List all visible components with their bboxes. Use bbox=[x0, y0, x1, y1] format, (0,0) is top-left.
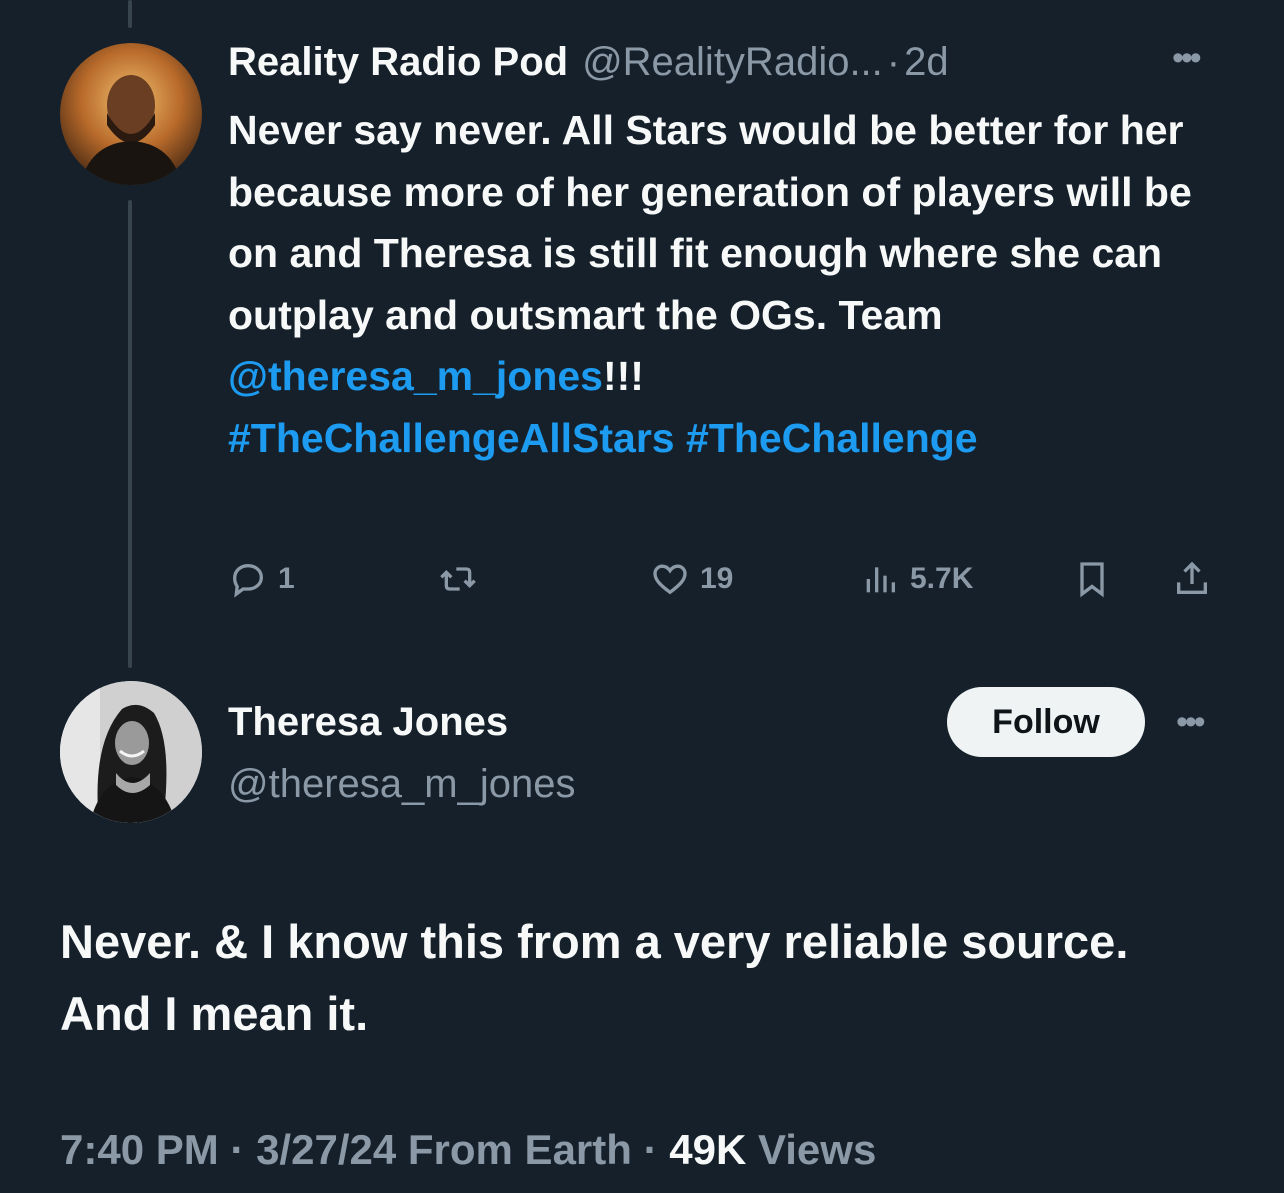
reply-icon bbox=[232, 563, 264, 598]
author-handle[interactable]: @theresa_m_jones bbox=[228, 760, 575, 808]
separator: · bbox=[886, 40, 901, 84]
hashtag-link[interactable]: #TheChallenge bbox=[686, 415, 978, 461]
views-count: 49K bbox=[669, 1126, 747, 1173]
author-name[interactable]: Reality Radio Pod bbox=[228, 40, 568, 85]
separator: · bbox=[643, 1126, 658, 1173]
views-label: Views bbox=[758, 1126, 877, 1173]
retweet-button[interactable] bbox=[438, 554, 488, 604]
like-count: 19 bbox=[700, 562, 734, 595]
separator: · bbox=[230, 1126, 245, 1173]
reply-count: 1 bbox=[278, 562, 295, 595]
share-icon bbox=[1177, 561, 1207, 594]
like-button[interactable]: 19 bbox=[650, 554, 733, 604]
tweet-source: From Earth bbox=[407, 1126, 632, 1173]
hashtag-link[interactable]: #TheChallengeAllStars bbox=[228, 415, 675, 461]
bookmark-icon bbox=[1080, 562, 1104, 598]
tweet-header: Reality Radio Pod @RealityRadio... · 2d bbox=[228, 40, 1218, 92]
reply-button[interactable]: 1 bbox=[228, 554, 295, 604]
tweet-time[interactable]: 7:40 PM bbox=[60, 1126, 219, 1173]
action-bar: 1 19 5.7K bbox=[228, 554, 1218, 604]
share-button[interactable] bbox=[1172, 554, 1212, 604]
author-handle[interactable]: @RealityRadio... bbox=[582, 40, 883, 85]
avatar[interactable] bbox=[60, 43, 202, 185]
tweet-meta: 7:40 PM · 3/27/24 From Earth · 49K Views bbox=[60, 1126, 876, 1174]
views-count: 5.7K bbox=[910, 562, 974, 595]
thread-connector-top bbox=[128, 0, 132, 28]
avatar[interactable] bbox=[60, 681, 202, 823]
mention-link[interactable]: @theresa_m_jones bbox=[228, 353, 603, 399]
tweet-thread: Reality Radio Pod @RealityRadio... · 2d … bbox=[0, 0, 1284, 1193]
author-name[interactable]: Theresa Jones bbox=[228, 698, 575, 746]
heart-icon bbox=[653, 564, 687, 595]
bookmark-button[interactable] bbox=[1072, 554, 1112, 604]
retweet-icon bbox=[440, 567, 476, 591]
views-button[interactable]: 5.7K bbox=[860, 554, 973, 604]
tweet-author-block: Theresa Jones @theresa_m_jones bbox=[228, 698, 575, 808]
tweet-text: Never say never. All Stars would be bett… bbox=[228, 100, 1208, 469]
follow-button[interactable]: Follow bbox=[947, 687, 1145, 757]
tweet-text-main: Never say never. All Stars would be bett… bbox=[228, 107, 1192, 338]
tweet-text: Never. & I know this from a very reliabl… bbox=[60, 915, 1129, 1040]
tweet-date[interactable]: 3/27/24 bbox=[256, 1126, 396, 1173]
thread-connector bbox=[128, 200, 132, 668]
more-dots-icon[interactable]: ••• bbox=[1172, 41, 1202, 75]
analytics-icon bbox=[866, 567, 895, 593]
tweet-text-exclaim: !!! bbox=[603, 353, 644, 399]
more-dots-icon[interactable]: ••• bbox=[1176, 705, 1206, 739]
tweet-time[interactable]: 2d bbox=[904, 40, 949, 85]
reply-to-tweet[interactable]: Reality Radio Pod @RealityRadio... · 2d … bbox=[228, 40, 1218, 469]
